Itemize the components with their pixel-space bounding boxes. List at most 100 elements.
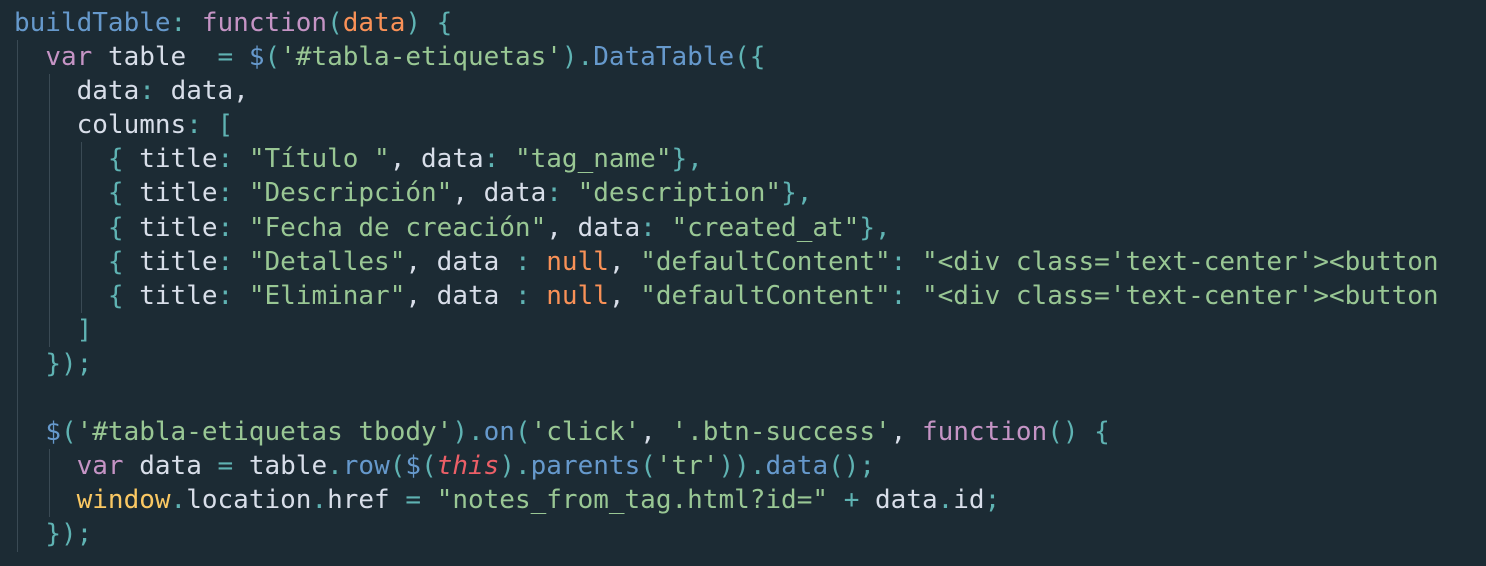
code-line: { title: "Detalles", data : null, "defau…: [14, 244, 1439, 279]
indent-guide: [17, 278, 18, 313]
code-line: window.location.href = "notes_from_tag.h…: [14, 483, 1439, 518]
code-token-punct: :: [217, 246, 249, 277]
code-token-function: $: [405, 451, 422, 482]
code-token-punct: (: [264, 42, 281, 73]
code-token-operator: =: [405, 485, 437, 516]
code-token-punct: {: [107, 280, 140, 311]
code-token-punct: :: [483, 144, 515, 175]
code-token-plain: id: [953, 485, 985, 516]
indent-guide: [17, 381, 18, 416]
code-line: });: [14, 346, 1439, 382]
code-token-punct: :: [514, 246, 547, 277]
code-token-punct: {: [107, 144, 140, 175]
code-token-punct: :: [217, 178, 249, 209]
code-token-param: data: [342, 8, 406, 38]
code-token-string: "created_at": [671, 212, 860, 243]
code-token-punct: ).: [561, 42, 594, 73]
code-token-string: "Fecha de creación": [248, 212, 547, 243]
indent-guide: [81, 176, 82, 211]
indent-guide: [17, 40, 18, 75]
code-token-string: "defaultContent": [640, 246, 891, 277]
indent-guide: [49, 312, 50, 347]
code-token-plain: , data: [546, 212, 641, 243]
code-token-punct: :: [514, 280, 547, 311]
code-token-plain: table: [107, 42, 218, 73]
code-line: data: data,: [14, 74, 1439, 109]
code-token-keyword: function: [921, 417, 1048, 448]
code-token-punct: },: [671, 144, 703, 175]
code-token-punct: :: [217, 212, 249, 243]
code-line: { title: "Título ", data: "tag_name"},: [14, 142, 1439, 177]
code-token-punct: :: [890, 246, 922, 277]
indent-guide: [17, 176, 18, 211]
code-token-plain: data: [76, 76, 140, 107]
code-token-punct: () {: [1047, 417, 1110, 448]
code-token-punct: {: [107, 246, 140, 277]
code-token-punct: )).: [718, 451, 766, 482]
code-token-plain: data: [139, 451, 218, 482]
code-token-plain: ,: [608, 246, 641, 277]
code-token-string: "<div class='text-center'><button: [921, 280, 1439, 311]
code-token-punct: },: [781, 178, 813, 209]
code-line: { title: "Fecha de creación", data: "cre…: [14, 210, 1439, 245]
code-token-string: 'click': [530, 417, 641, 448]
code-token-keyword: var: [76, 451, 140, 482]
code-token-punct: (: [389, 451, 406, 482]
code-line: var table = $('#tabla-etiquetas').DataTa…: [14, 40, 1439, 75]
indent-guide: [17, 415, 18, 450]
code-token-plain: ,: [890, 417, 922, 448]
code-token-plain: columns: [76, 110, 187, 141]
code-token-plain: href: [327, 485, 406, 516]
indent-guide: [49, 449, 50, 484]
indent-guide: [17, 346, 18, 382]
code-token-punct: ) {: [405, 8, 453, 38]
code-token-global: window: [76, 485, 171, 516]
indent-guide: [81, 142, 82, 177]
code-token-plain: , data: [389, 144, 484, 175]
code-token-string: "Eliminar": [248, 280, 406, 311]
indent-guide: [17, 244, 18, 279]
code-line: { title: "Eliminar", data : null, "defau…: [14, 278, 1439, 313]
code-token-string: "Detalles": [248, 246, 406, 277]
indent-guide: [17, 517, 18, 552]
code-token-function: $: [45, 417, 61, 448]
code-token-function: row: [342, 451, 390, 482]
code-token-plain: title: [139, 144, 218, 175]
code-token-null: null: [546, 246, 609, 277]
indent-guide: [81, 244, 82, 279]
code-token-function: DataTable: [593, 42, 735, 73]
code-token-plain: data: [875, 485, 938, 516]
indent-guide: [17, 449, 18, 484]
code-token-plain: , data: [452, 178, 547, 209]
indent-guide: [49, 108, 50, 143]
code-token-string: "<div class='text-center'><button: [921, 246, 1439, 277]
code-token-punct: :: [139, 76, 171, 107]
code-token-string: '#tabla-etiquetas tbody': [76, 417, 453, 448]
code-line: var data = table.row($(this).parents('tr…: [14, 449, 1439, 484]
code-token-punct: {: [107, 212, 140, 243]
code-line: [14, 381, 1439, 416]
code-token-plain: ,: [608, 280, 641, 311]
code-area[interactable]: buildTable: function(data) { var table =…: [14, 6, 1439, 552]
code-token-punct: (: [60, 417, 77, 448]
code-editor[interactable]: buildTable: function(data) { var table =…: [0, 0, 1486, 566]
code-token-punct: (: [327, 8, 343, 38]
indent-guide: [17, 74, 18, 109]
code-token-plain: data,: [170, 76, 249, 107]
code-token-plain: title: [139, 246, 218, 277]
code-token-plain: title: [139, 178, 218, 209]
code-token-punct: ).: [499, 451, 531, 482]
code-token-string: "notes_from_tag.html?id=": [436, 485, 829, 516]
indent-guide: [49, 244, 50, 279]
code-token-plain: , data: [405, 280, 515, 311]
code-token-punct: :: [640, 212, 672, 243]
code-token-punct: ({: [734, 42, 766, 73]
